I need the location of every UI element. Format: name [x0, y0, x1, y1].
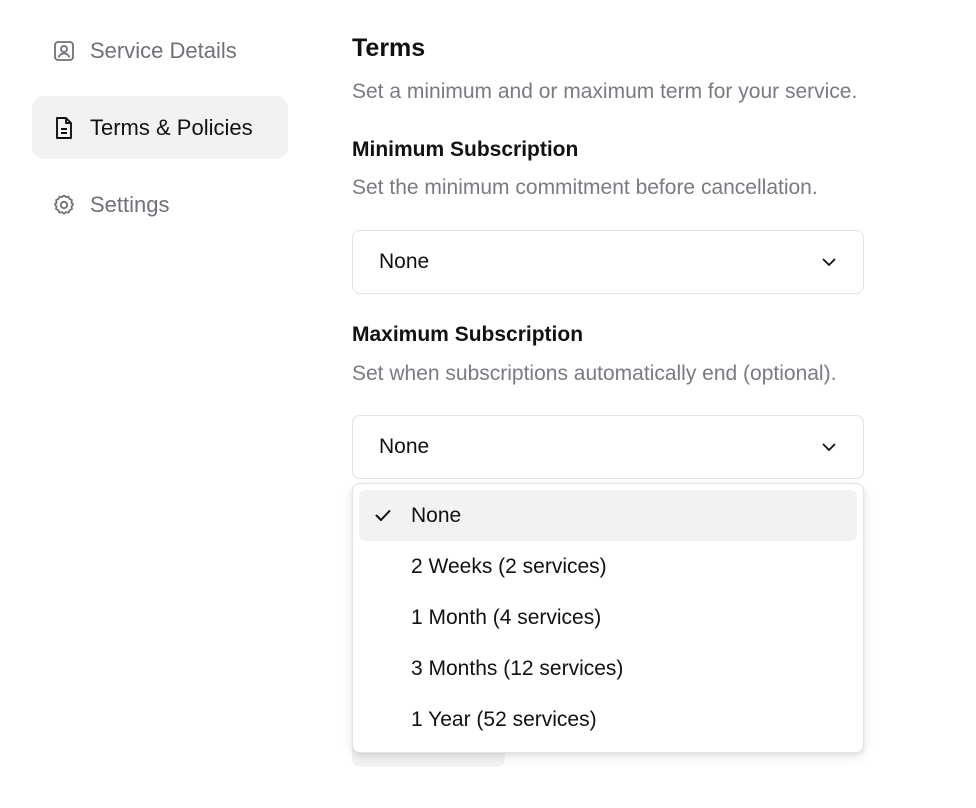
page-title: Terms [352, 34, 426, 62]
chevron-down-icon [819, 252, 839, 272]
dropdown-option-1-year[interactable]: 1 Year (52 services) [359, 694, 857, 745]
sidebar-item-terms-policies[interactable]: Terms & Policies [32, 96, 288, 159]
select-value: None [379, 435, 430, 458]
maximum-subscription-label: Maximum Subscription [352, 323, 584, 346]
sidebar-item-label: Settings [90, 191, 170, 217]
section-description: Set a minimum and or maximum term for yo… [352, 80, 858, 103]
dropdown-option-1-month[interactable]: 1 Month (4 services) [359, 592, 857, 643]
maximum-subscription-select[interactable]: None [352, 415, 864, 479]
minimum-subscription-label: Minimum Subscription [352, 138, 579, 161]
dropdown-option-none[interactable]: None [359, 490, 857, 541]
option-label: 1 Month (4 services) [411, 605, 602, 629]
chevron-down-icon [819, 437, 839, 457]
option-label: 3 Months (12 services) [411, 656, 624, 680]
dropdown-option-2-weeks[interactable]: 2 Weeks (2 services) [359, 541, 857, 592]
option-label: None [411, 503, 462, 527]
sidebar-item-label: Terms & Policies [90, 114, 253, 140]
minimum-subscription-description: Set the minimum commitment before cancel… [352, 176, 818, 199]
option-label: 2 Weeks (2 services) [411, 554, 607, 578]
sidebar-item-settings[interactable]: Settings [32, 173, 288, 236]
dropdown-option-3-months[interactable]: 3 Months (12 services) [359, 643, 857, 694]
gear-icon [52, 193, 76, 217]
check-icon [373, 505, 393, 525]
minimum-subscription-select[interactable]: None [352, 230, 864, 294]
sidebar-item-service-details[interactable]: Service Details [32, 19, 288, 82]
select-value: None [379, 250, 430, 273]
user-square-icon [52, 39, 76, 63]
sidebar-nav: Service Details Terms & Policies Setting… [32, 20, 288, 250]
sidebar-item-label: Service Details [90, 37, 237, 63]
page: Service Details Terms & Policies Setting… [0, 0, 976, 808]
option-label: 1 Year (52 services) [411, 707, 597, 731]
maximum-subscription-dropdown: None 2 Weeks (2 services) 1 Month (4 ser… [352, 483, 864, 753]
document-icon [52, 116, 76, 140]
maximum-subscription-description: Set when subscriptions automatically end… [352, 362, 837, 385]
